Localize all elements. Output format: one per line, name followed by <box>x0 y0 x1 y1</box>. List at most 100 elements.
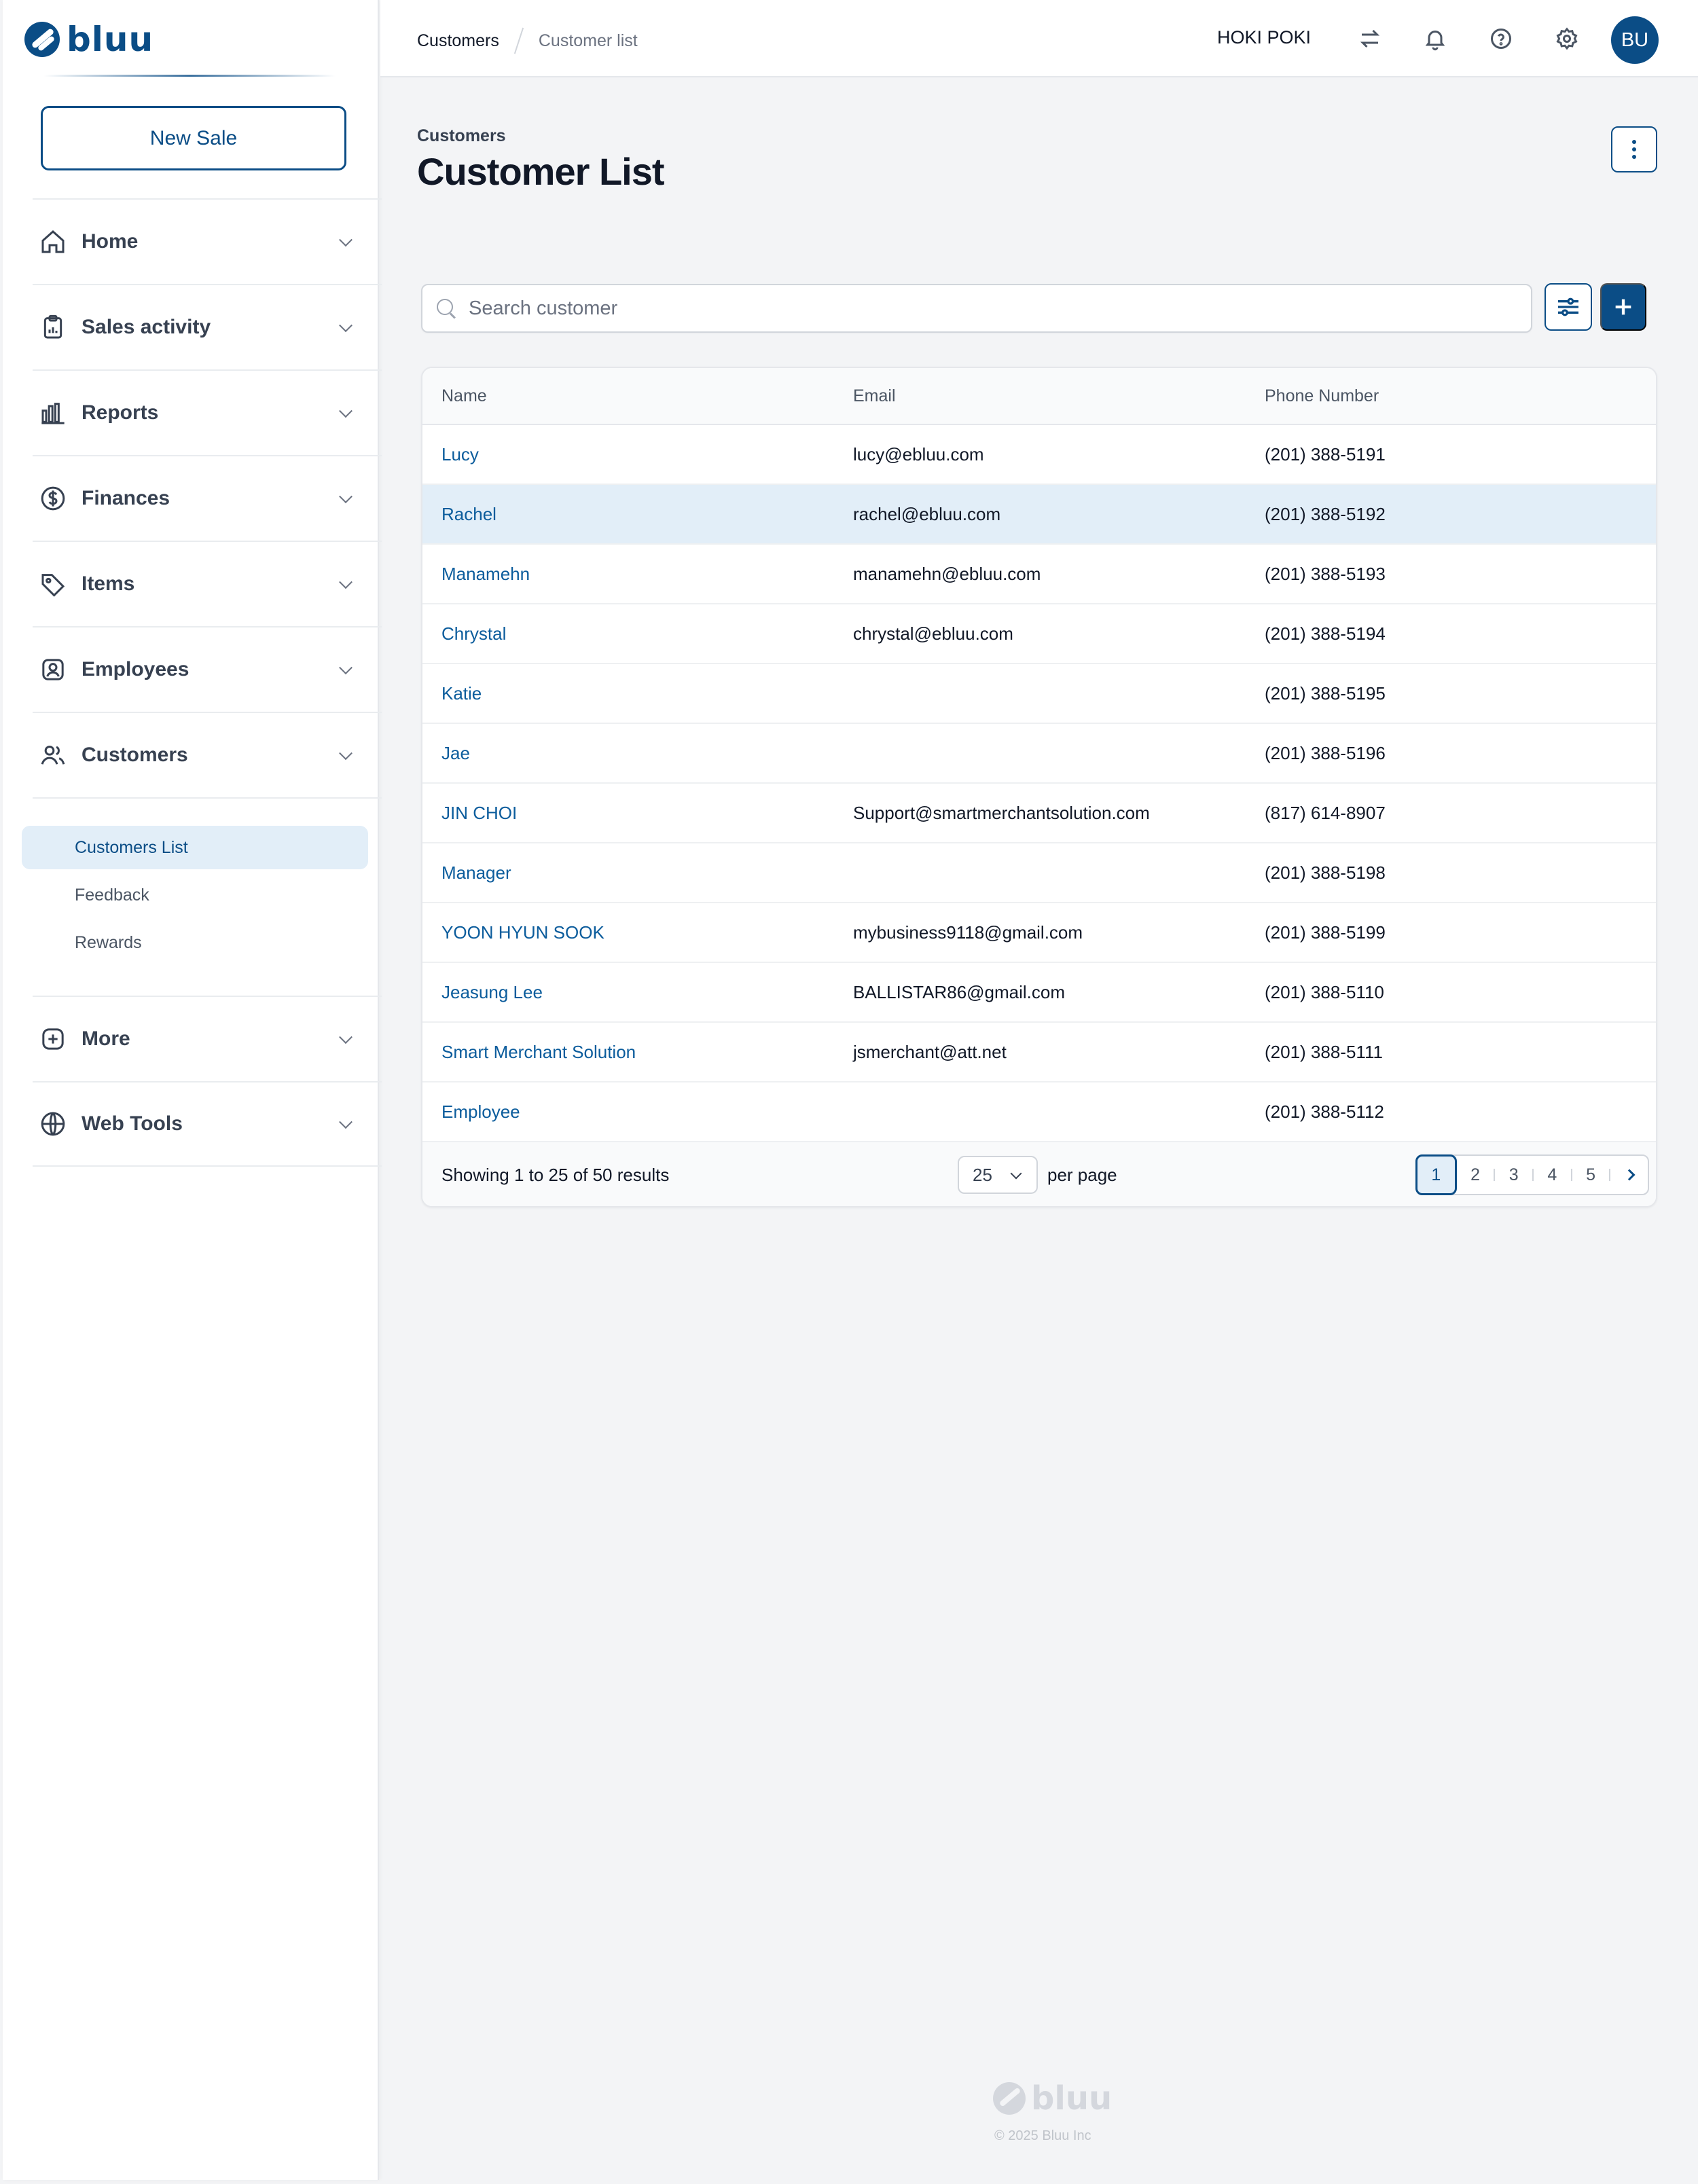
customer-name-link[interactable]: Jae <box>441 743 470 764</box>
dollar-circle-icon <box>38 484 68 513</box>
table-row[interactable]: Jae (201) 388-5196 <box>422 724 1656 784</box>
sidebar-item-label: Home <box>82 230 139 253</box>
sidebar-item-employees[interactable]: Employees <box>33 626 382 712</box>
customer-email: jsmerchant@att.net <box>853 1041 1007 1062</box>
per-page-value: 25 <box>973 1164 992 1185</box>
customer-phone: (201) 388-5192 <box>1265 503 1386 524</box>
breadcrumb-customer-list: Customer list <box>538 31 638 50</box>
customer-email: rachel@ebluu.com <box>853 503 1001 524</box>
table-row[interactable]: Manamehn manamehn@ebluu.com (201) 388-5193 <box>422 545 1656 604</box>
customer-phone: (201) 388-5195 <box>1265 682 1386 704</box>
customer-phone: (817) 614-8907 <box>1265 802 1386 823</box>
settings-icon[interactable] <box>1551 23 1583 54</box>
customer-phone: (201) 388-5193 <box>1265 563 1386 584</box>
subnav-item-customers-list[interactable]: Customers List <box>22 826 368 869</box>
sidebar-item-label: Employees <box>82 658 189 680</box>
id-badge-icon <box>38 655 68 685</box>
sidebar-item-sales-activity[interactable]: Sales activity <box>33 284 382 369</box>
sidebar-item-finances[interactable]: Finances <box>33 455 382 541</box>
page-button-4[interactable]: 4 <box>1534 1156 1571 1194</box>
kebab-dot <box>1632 147 1636 151</box>
customer-name-link[interactable]: Employee <box>441 1102 520 1123</box>
chevron-down-icon <box>339 233 353 247</box>
subnav-item-feedback[interactable]: Feedback <box>22 873 368 917</box>
pagination: 1 2 3 4 5 <box>1415 1154 1649 1195</box>
table-body: Lucy lucy@ebluu.com (201) 388-5191 Rachel ra… <box>422 425 1656 1142</box>
customer-name-link[interactable]: Jeasung Lee <box>441 982 543 1003</box>
table-row[interactable]: Manager (201) 388-5198 <box>422 843 1656 903</box>
chevron-right-icon <box>1623 1169 1636 1181</box>
next-page-button[interactable] <box>1610 1156 1648 1194</box>
table-row[interactable]: Jeasung Lee BALLISTAR86@gmail.com (201) 38… <box>422 963 1656 1023</box>
page-button-5[interactable]: 5 <box>1572 1156 1610 1194</box>
clipboard-icon <box>38 312 68 342</box>
customer-phone: (201) 388-5191 <box>1265 443 1386 465</box>
brand-logo[interactable]: bluu <box>24 20 154 59</box>
customer-name-link[interactable]: Manamehn <box>441 564 530 585</box>
table-row[interactable]: Chrystal chrystal@ebluu.com (201) 388-5194 <box>422 604 1656 664</box>
plus-square-icon <box>38 1024 68 1054</box>
table-row[interactable]: JIN CHOI Support@smartmerchantsolution.co… <box>422 784 1656 843</box>
sidebar-item-home[interactable]: Home <box>33 198 382 284</box>
avatar[interactable]: BU <box>1611 16 1659 64</box>
column-header-name[interactable]: Name <box>441 386 487 406</box>
page-button-1[interactable]: 1 <box>1415 1154 1457 1195</box>
customer-phone: (201) 388-5110 <box>1265 981 1384 1002</box>
customer-name-link[interactable]: Katie <box>441 683 482 704</box>
column-header-email[interactable]: Email <box>853 386 896 406</box>
customer-name-link[interactable]: Chrystal <box>441 623 506 644</box>
table-row[interactable]: Lucy lucy@ebluu.com (201) 388-5191 <box>422 425 1656 485</box>
table-row[interactable]: Smart Merchant Solution jsmerchant@att.ne… <box>422 1023 1656 1082</box>
table-row[interactable]: Katie (201) 388-5195 <box>422 664 1656 724</box>
per-page-select[interactable]: 25 <box>958 1156 1038 1194</box>
page-section-label: Customers <box>417 126 506 145</box>
brand-name: bluu <box>67 20 154 59</box>
sidebar-item-more[interactable]: More <box>33 996 382 1081</box>
breadcrumb-customers[interactable]: Customers <box>417 31 499 51</box>
customer-name-link[interactable]: YOON HYUN SOOK <box>441 922 604 943</box>
bell-icon[interactable] <box>1420 23 1451 54</box>
sidebar-item-label: Customers <box>82 744 188 766</box>
sliders-icon <box>1558 297 1578 316</box>
per-page-label: per page <box>1047 1164 1117 1185</box>
sidebar-item-customers[interactable]: Customers <box>33 712 382 797</box>
kebab-dot <box>1632 155 1636 159</box>
customer-phone: (201) 388-5194 <box>1265 623 1386 644</box>
customer-phone: (201) 388-5196 <box>1265 742 1386 763</box>
customer-email: Support@smartmerchantsolution.com <box>853 802 1150 823</box>
plus-icon <box>1615 299 1631 315</box>
customer-name-link[interactable]: Smart Merchant Solution <box>441 1042 636 1063</box>
swap-icon[interactable] <box>1354 23 1386 54</box>
bar-chart-icon <box>38 398 68 428</box>
help-icon[interactable] <box>1485 23 1517 54</box>
chevron-down-icon <box>339 404 353 418</box>
customer-name-link[interactable]: Rachel <box>441 504 496 525</box>
page-title: Customer List <box>417 150 664 193</box>
chevron-down-icon <box>339 575 353 589</box>
sidebar-item-items[interactable]: Items <box>33 541 382 626</box>
customer-name-link[interactable]: Manager <box>441 862 511 884</box>
sidebar-item-reports[interactable]: Reports <box>33 369 382 455</box>
users-icon <box>38 740 68 770</box>
chevron-down-icon <box>339 318 353 333</box>
customers-subnav: Customers List Feedback Rewards <box>22 797 382 996</box>
tag-icon <box>38 569 68 599</box>
page-button-2[interactable]: 2 <box>1457 1156 1494 1194</box>
customer-email: BALLISTAR86@gmail.com <box>853 981 1066 1002</box>
add-customer-button[interactable] <box>1600 283 1646 331</box>
table-row[interactable]: YOON HYUN SOOK mybusiness9118@gmail.com (2… <box>422 903 1656 963</box>
customer-name-link[interactable]: JIN CHOI <box>441 803 517 824</box>
new-sale-button[interactable]: New Sale <box>41 106 346 170</box>
column-header-phone[interactable]: Phone Number <box>1265 386 1379 406</box>
search-input[interactable] <box>469 297 1531 320</box>
customer-name-link[interactable]: Lucy <box>441 444 479 465</box>
table-row[interactable]: Employee (201) 388-5112 <box>422 1082 1656 1142</box>
chevron-down-icon <box>339 1115 353 1129</box>
store-name[interactable]: HOKI POKI <box>1217 27 1311 48</box>
subnav-item-rewards[interactable]: Rewards <box>22 921 368 964</box>
more-options-button[interactable] <box>1611 126 1657 172</box>
table-row[interactable]: Rachel rachel@ebluu.com (201) 388-5192 <box>422 485 1656 545</box>
filter-button[interactable] <box>1545 283 1592 331</box>
sidebar-item-web-tools[interactable]: Web Tools <box>33 1081 382 1167</box>
page-button-3[interactable]: 3 <box>1495 1156 1532 1194</box>
